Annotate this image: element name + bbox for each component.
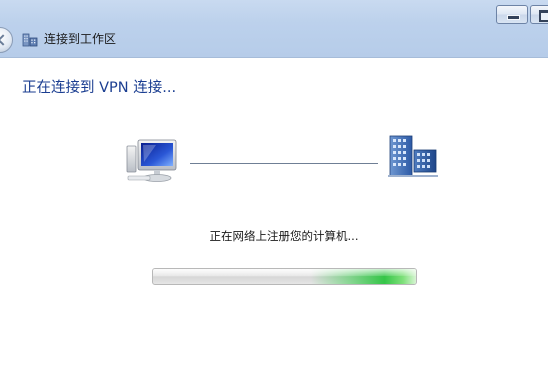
workplace-network-icon — [22, 33, 38, 47]
window-title: 连接到工作区 — [44, 32, 117, 46]
minimize-icon — [507, 15, 520, 20]
connection-line — [190, 163, 378, 164]
maximize-button[interactable] — [530, 5, 548, 24]
progress-bar — [152, 268, 417, 285]
maximize-icon — [539, 10, 548, 22]
minimize-button[interactable] — [496, 5, 528, 24]
status-text: 正在网络上注册您的计算机... — [209, 229, 359, 243]
back-arrow-icon — [0, 34, 9, 46]
server-icon — [388, 135, 438, 177]
title-bar: 连接到工作区 — [0, 0, 548, 58]
back-button[interactable] — [0, 27, 13, 53]
computer-icon — [126, 139, 177, 182]
page-heading: 正在连接到 VPN 连接... — [22, 80, 177, 96]
